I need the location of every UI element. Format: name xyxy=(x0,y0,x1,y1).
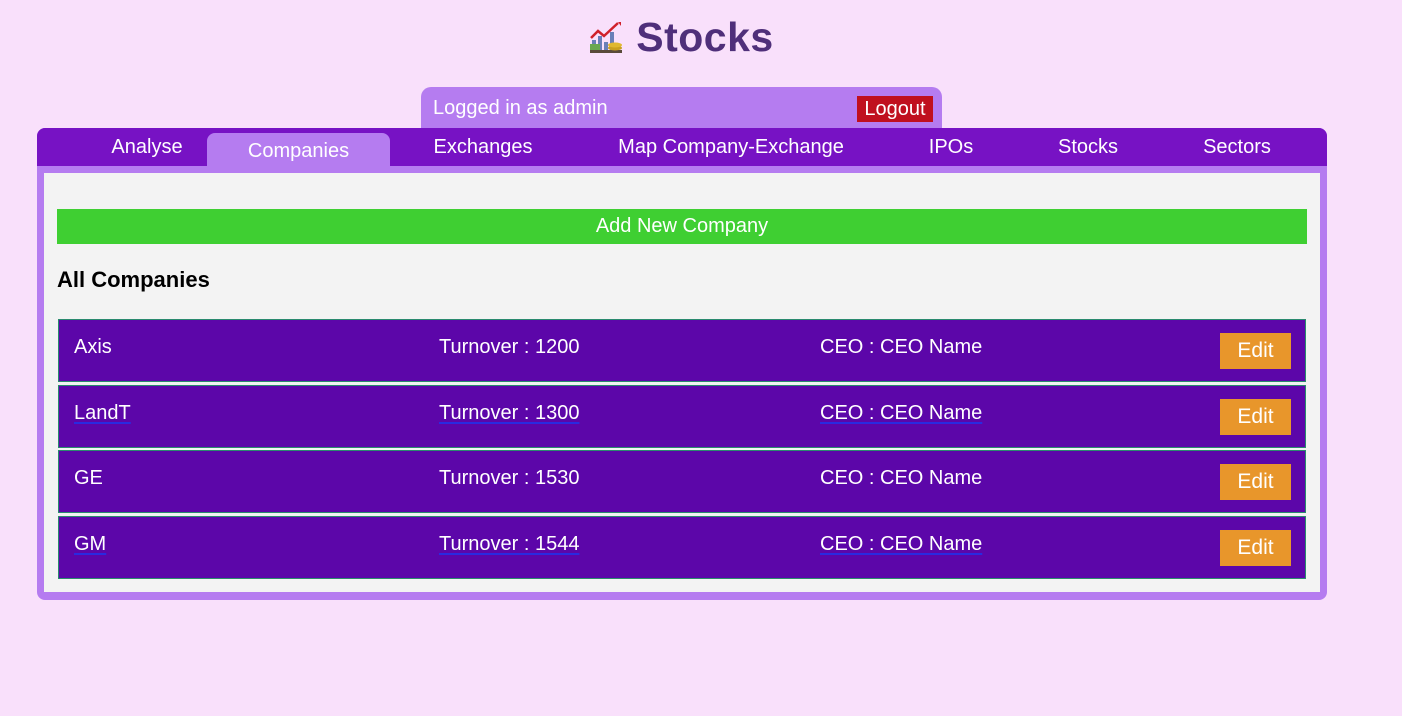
company-name: GE xyxy=(74,467,103,489)
edit-button[interactable]: Edit xyxy=(1220,464,1291,500)
company-turnover[interactable]: Turnover : 1300 xyxy=(439,402,579,425)
tab-companies[interactable]: Companies xyxy=(207,133,390,166)
company-ceo: CEO : CEO Name xyxy=(820,336,983,358)
tab-bar: Analyse Companies Exchanges Map Company-… xyxy=(37,128,1327,166)
tab-map-company-exchange[interactable]: Map Company-Exchange xyxy=(611,128,851,166)
companies-content: Add New Company All Companies Axis Turno… xyxy=(44,173,1320,592)
tab-ipos[interactable]: IPOs xyxy=(911,128,991,166)
company-ceo: CEO : CEO Name xyxy=(820,467,983,489)
tab-analyse[interactable]: Analyse xyxy=(77,128,217,166)
company-name[interactable]: GM xyxy=(74,533,106,556)
user-bar: Logged in as admin Logout xyxy=(421,87,942,131)
edit-button[interactable]: Edit xyxy=(1220,333,1291,369)
company-ceo[interactable]: CEO : CEO Name xyxy=(820,402,982,425)
company-row: GE Turnover : 1530 CEO : CEO Name Edit xyxy=(58,450,1306,513)
logout-button[interactable]: Logout xyxy=(857,96,933,122)
company-name[interactable]: LandT xyxy=(74,402,131,425)
company-name: Axis xyxy=(74,336,112,358)
logged-in-label: Logged in as admin xyxy=(433,97,608,119)
company-turnover: Turnover : 1530 xyxy=(439,467,580,489)
company-row: Axis Turnover : 1200 CEO : CEO Name Edit xyxy=(58,319,1306,382)
company-row[interactable]: LandT Turnover : 1300 CEO : CEO Name Edi… xyxy=(58,385,1306,448)
tab-sectors[interactable]: Sectors xyxy=(1187,128,1287,166)
tab-stocks[interactable]: Stocks xyxy=(1043,128,1133,166)
company-ceo[interactable]: CEO : CEO Name xyxy=(820,533,982,556)
company-turnover: Turnover : 1200 xyxy=(439,336,580,358)
edit-button[interactable]: Edit xyxy=(1220,399,1291,435)
main-panel: Analyse Companies Exchanges Map Company-… xyxy=(37,128,1327,600)
company-turnover[interactable]: Turnover : 1544 xyxy=(439,533,579,556)
add-company-button[interactable]: Add New Company xyxy=(57,209,1307,244)
stock-chart-icon xyxy=(590,21,623,53)
section-title: All Companies xyxy=(57,267,210,292)
company-row[interactable]: GM Turnover : 1544 CEO : CEO Name Edit xyxy=(58,516,1306,579)
app-header: Stocks xyxy=(0,14,1402,61)
page-title: Stocks xyxy=(636,14,774,60)
edit-button[interactable]: Edit xyxy=(1220,530,1291,566)
tab-exchanges[interactable]: Exchanges xyxy=(413,128,553,166)
